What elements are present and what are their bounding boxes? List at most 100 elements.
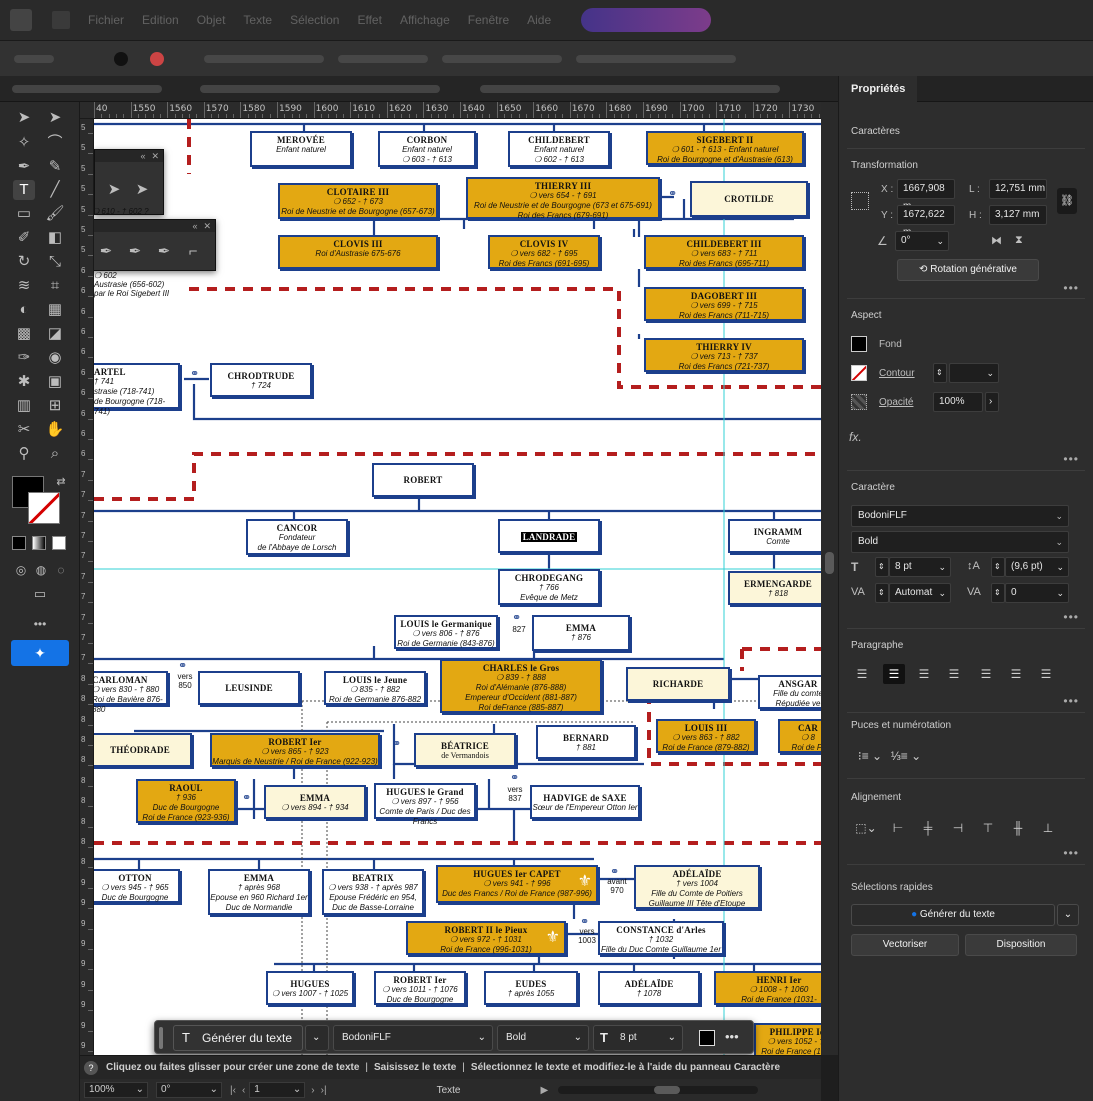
zoom-field[interactable]: 100% ⌄: [84, 1082, 148, 1098]
pen-tool-icon[interactable]: ✒: [13, 157, 35, 177]
direct-selection-tool-icon[interactable]: ➤: [44, 108, 66, 128]
align-to-dropdown-icon[interactable]: ⬚⌄: [853, 820, 879, 836]
horizontal-align-right-icon[interactable]: ⊣: [949, 820, 967, 836]
artboard-field[interactable]: 1 ⌄: [249, 1082, 306, 1098]
tracking-field[interactable]: 0 ⌄: [1005, 583, 1069, 603]
mesh-tool-icon[interactable]: ▩: [13, 324, 35, 344]
layout-button[interactable]: Disposition: [965, 934, 1077, 956]
collapse-icon[interactable]: «: [192, 221, 197, 231]
last-artboard-icon[interactable]: ›|: [321, 1085, 327, 1096]
person-card-childebert[interactable]: CHILDEBERT Enfant naturel ❍ 602 - † 613: [508, 131, 610, 167]
person-card-ermengarde[interactable]: ERMENGARDE † 818: [728, 571, 821, 605]
curvature-tool-icon[interactable]: ✎: [44, 157, 66, 177]
font-size-stepper[interactable]: ⇕: [875, 557, 889, 577]
fill-swatch-icon[interactable]: [114, 51, 128, 66]
person-card-hadvige[interactable]: HADVIGE de SAXE Sœur de l'Empereur Otton…: [530, 785, 640, 819]
person-card-ansgarde[interactable]: ANSGAR Fille du comte Répudiée ve: [758, 675, 821, 709]
leading-stepper[interactable]: ⇕: [991, 557, 1005, 577]
person-card-louis-iii[interactable]: LOUIS III ❍ vers 863 - † 882 Roi de Fran…: [656, 719, 756, 753]
person-card-emma[interactable]: EMMA † 876: [532, 615, 630, 651]
generate-text-button[interactable]: ● Générer du texte: [851, 904, 1055, 926]
rectangle-tool-icon[interactable]: ▭: [13, 204, 35, 224]
stroke-swatch[interactable]: [851, 365, 867, 381]
lasso-tool-icon[interactable]: ⌒: [44, 133, 66, 153]
help-icon[interactable]: ?: [84, 1060, 98, 1075]
blend-tool-icon[interactable]: ◉: [44, 348, 66, 368]
font-size-field[interactable]: 8 pt ⌄: [889, 557, 951, 577]
person-card-philippe-ier[interactable]: PHILIPPE Ier ❍ vers 1052 - † 1 Roi de Fr…: [754, 1023, 821, 1055]
bullets-dropdown-icon[interactable]: ⁝≡ ⌄: [853, 748, 887, 764]
swap-colors-icon[interactable]: ⇄: [50, 472, 72, 492]
vertical-align-top-icon[interactable]: ⊤: [979, 820, 997, 836]
live-paint-tool-icon[interactable]: ▣: [44, 372, 66, 392]
person-card-hugues-capet[interactable]: HUGUES Ier CAPET ❍ vers 941 - † 996 Duc …: [436, 865, 598, 903]
person-card-robert-ier-bourgogne[interactable]: ROBERT Ier ❍ vers 1011 - † 1076 Duc de B…: [374, 971, 466, 1005]
flip-vertical-icon[interactable]: ⧗: [1015, 234, 1023, 247]
person-card-charles-le-gros[interactable]: CHARLES le Gros ❍ 839 - † 888 Roi d'Além…: [440, 659, 602, 713]
document-tab[interactable]: [200, 85, 440, 93]
person-card-clotaire-iii[interactable]: CLOTAIRE III ❍ 652 - † 673 Roi de Neustr…: [278, 183, 438, 219]
reference-point-icon[interactable]: [851, 192, 869, 210]
more-appearance-options-icon[interactable]: •••: [1063, 452, 1079, 466]
control-bar-item[interactable]: [14, 54, 54, 63]
height-field[interactable]: 3,127 mm: [989, 205, 1047, 225]
direct-selection-tool-icon[interactable]: ➤: [103, 180, 125, 200]
warp-tool-icon[interactable]: ≋: [13, 276, 35, 296]
symbol-sprayer-tool-icon[interactable]: ✱: [13, 372, 35, 392]
control-bar-item[interactable]: [338, 54, 428, 63]
person-card-corbon[interactable]: CORBON Enfant naturel ❍ 603 - † 613: [378, 131, 476, 167]
stroke-weight-stepper[interactable]: ⇕: [933, 363, 947, 383]
horizontal-align-center-icon[interactable]: ╪: [919, 820, 937, 836]
generate-text-button[interactable]: T Générer du texte: [173, 1025, 303, 1051]
rotation-angle-field[interactable]: 0° ⌄: [895, 231, 949, 251]
person-card-crotilde[interactable]: CROTILDE: [690, 181, 808, 217]
flip-horizontal-icon[interactable]: ⧓: [991, 234, 1002, 247]
play-icon[interactable]: ▶: [540, 1085, 548, 1096]
panel-titlebar[interactable]: «✕: [94, 220, 215, 232]
person-card-ingramm[interactable]: INGRAMM Comte: [728, 519, 821, 553]
person-card-childebert-iii[interactable]: CHILDEBERT III ❍ vers 683 - † 711 Roi de…: [644, 235, 804, 269]
align-center-icon[interactable]: ☰: [883, 664, 905, 684]
leading-field[interactable]: (9,6 pt) ⌄: [1005, 557, 1069, 577]
control-bar-item[interactable]: [442, 54, 562, 63]
line-tool-icon[interactable]: ╱: [44, 180, 66, 200]
magic-wand-tool-icon[interactable]: ✧: [13, 133, 35, 153]
person-card-hugues[interactable]: HUGUES ❍ vers 1007 - † 1025: [266, 971, 354, 1005]
person-card-adelaide[interactable]: ADÉLAÏDE † vers 1004 Fille du Comte de P…: [634, 865, 760, 909]
person-card-landrade[interactable]: LANDRADE: [498, 519, 600, 553]
panel-titlebar[interactable]: «✕: [95, 150, 163, 162]
control-bar-item[interactable]: [204, 54, 324, 63]
person-card-merovee[interactable]: MEROVÉE Enfant naturel: [250, 131, 352, 167]
align-left-icon[interactable]: ☰: [853, 666, 871, 682]
justify-all-icon[interactable]: ☰: [1037, 666, 1055, 682]
generate-text-options-button[interactable]: ⌄: [1057, 904, 1079, 926]
stroke-color-swatch[interactable]: [28, 492, 60, 524]
draw-behind-icon[interactable]: ◍: [30, 560, 52, 580]
artboard-canvas[interactable]: «✕ ➤ ➤ «✕ ✒ ✒ ✒ ⌐ ❍ 610 - † 602 ? ❍ 602 …: [94, 119, 821, 1055]
opacity-label[interactable]: Opacité: [879, 397, 913, 408]
person-card-eudes[interactable]: EUDES † après 1055: [484, 971, 578, 1005]
kerning-stepper[interactable]: ⇕: [875, 583, 889, 603]
person-card-carloman[interactable]: CARLOMAN ❍ vers 830 - † 880 Roi de Baviè…: [94, 671, 168, 714]
shaper-tool-icon[interactable]: ✐: [13, 228, 35, 248]
more-options-button[interactable]: •••: [725, 1029, 739, 1044]
align-right-icon[interactable]: ☰: [915, 666, 933, 682]
horizontal-ruler[interactable]: 40 1550 1560 1570 1580 1590 1600 1610 1620 1630 16…: [80, 102, 821, 119]
person-card-constance[interactable]: CONSTANCE d'Arles † 1032 Fille du Duc Co…: [598, 921, 724, 955]
justify-center-icon[interactable]: ☰: [977, 666, 995, 682]
person-card-clovis-iii[interactable]: CLOVIS III Roi d'Austrasie 675-676: [278, 235, 438, 269]
person-card-sigebert-ii[interactable]: SIGEBERT II ❍ 601 - † 613 - Enfant natur…: [646, 131, 804, 165]
person-card-emma-3[interactable]: EMMA † après 968 Epouse en 960 Richard 1…: [208, 869, 310, 915]
first-artboard-icon[interactable]: |‹: [230, 1085, 236, 1096]
more-align-options-icon[interactable]: •••: [1063, 846, 1079, 860]
selection-tool-icon[interactable]: ➤: [13, 108, 35, 128]
gradient-tool-icon[interactable]: ◪: [44, 324, 66, 344]
person-card-beatrix[interactable]: BEATRIX ❍ vers 938 - † après 987 Epouse …: [322, 869, 424, 915]
person-card-robert[interactable]: ROBERT: [372, 463, 474, 497]
next-artboard-icon[interactable]: ›: [311, 1085, 314, 1096]
pen-tool-icon[interactable]: ✒: [95, 242, 117, 262]
rotation-field[interactable]: 0° ⌄: [156, 1082, 222, 1098]
justify-left-icon[interactable]: ☰: [945, 666, 963, 682]
person-card-emma-2[interactable]: EMMA ❍ vers 894 - † 934: [264, 785, 366, 819]
collapse-icon[interactable]: «: [140, 151, 145, 161]
